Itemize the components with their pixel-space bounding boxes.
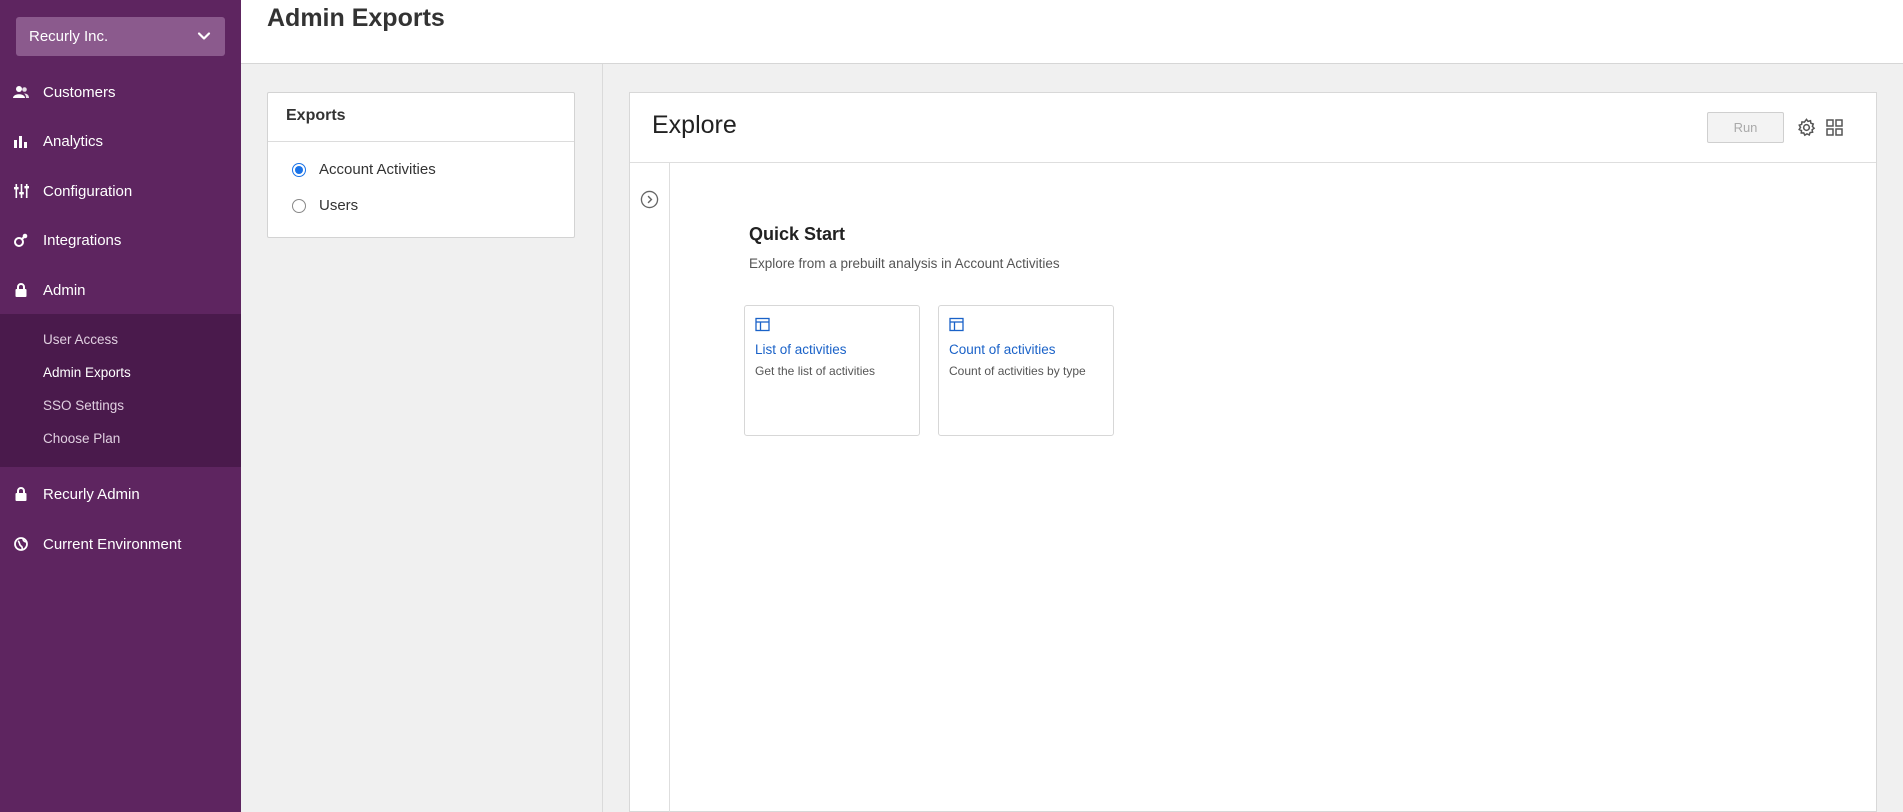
bar-chart-icon: [13, 133, 29, 149]
exports-title: Exports: [286, 107, 346, 124]
chevron-right-circle-icon[interactable]: [640, 190, 659, 209]
exports-panel: Exports Account Activities Users: [267, 92, 575, 238]
nav-label: Recurly Admin: [43, 485, 140, 503]
nav-analytics[interactable]: Analytics: [0, 121, 241, 161]
quick-start-card-count-activities[interactable]: Count of activities Count of activities …: [938, 305, 1114, 436]
lock-icon: [13, 282, 29, 298]
radio-button[interactable]: [292, 198, 306, 213]
nav-label: Current Environment: [43, 535, 182, 553]
nav-recurly-admin[interactable]: Recurly Admin: [0, 474, 241, 514]
nav-label: Customers: [43, 83, 116, 101]
page-title: Admin Exports: [267, 4, 445, 32]
radio-label: Users: [319, 197, 359, 214]
card-title: List of activities: [755, 342, 847, 357]
explore-panel: Explore Run Quick Start Explore from a p…: [629, 92, 1877, 812]
org-name: Recurly Inc.: [29, 28, 109, 45]
org-selector[interactable]: Recurly Inc.: [16, 17, 225, 56]
gear-icon[interactable]: [1797, 118, 1816, 137]
admin-subnav: User Access Admin Exports SSO Settings C…: [0, 314, 241, 467]
nav-admin[interactable]: Admin: [0, 270, 241, 310]
radio-label: Account Activities: [319, 161, 436, 178]
nav-integrations[interactable]: Integrations: [0, 220, 241, 260]
export-option-account-activities[interactable]: Account Activities: [292, 161, 436, 178]
chevron-down-icon: [197, 32, 211, 40]
nav-current-environment[interactable]: Current Environment: [0, 524, 241, 564]
divider: [268, 141, 574, 142]
lock-icon: [13, 486, 29, 502]
subnav-sso-settings[interactable]: SSO Settings: [43, 398, 124, 413]
table-icon: [949, 317, 964, 332]
plug-icon: [13, 232, 29, 248]
table-icon: [755, 317, 770, 332]
nav-label: Configuration: [43, 182, 133, 200]
quick-start-title: Quick Start: [749, 224, 846, 244]
card-description: Count of activities by type: [949, 364, 1086, 378]
subnav-user-access[interactable]: User Access: [43, 332, 118, 347]
nav-label: Admin: [43, 281, 86, 299]
globe-icon: [13, 536, 29, 552]
users-icon: [13, 84, 29, 100]
explore-title: Explore: [652, 111, 737, 139]
explore-left-rail: [630, 163, 670, 812]
divider: [602, 64, 603, 812]
nav-label: Analytics: [43, 132, 104, 150]
subnav-admin-exports[interactable]: Admin Exports: [43, 365, 131, 380]
sliders-icon: [13, 183, 29, 199]
divider: [630, 162, 1876, 163]
subnav-choose-plan[interactable]: Choose Plan: [43, 431, 120, 446]
card-description: Get the list of activities: [755, 364, 876, 378]
grid-icon[interactable]: [1826, 119, 1843, 136]
quick-start-card-list-activities[interactable]: List of activities Get the list of activ…: [744, 305, 920, 436]
export-option-users[interactable]: Users: [292, 197, 358, 214]
run-button[interactable]: Run: [1707, 112, 1784, 143]
page-header: Admin Exports: [241, 0, 1903, 64]
nav-customers[interactable]: Customers: [0, 72, 241, 112]
sidebar: Recurly Inc. Customers Analytics Configu…: [0, 0, 241, 812]
radio-button-selected[interactable]: [292, 162, 306, 177]
nav-configuration[interactable]: Configuration: [0, 171, 241, 211]
quick-start-subtitle: Explore from a prebuilt analysis in Acco…: [749, 256, 1060, 271]
card-title: Count of activities: [949, 342, 1056, 357]
nav-label: Integrations: [43, 231, 122, 249]
